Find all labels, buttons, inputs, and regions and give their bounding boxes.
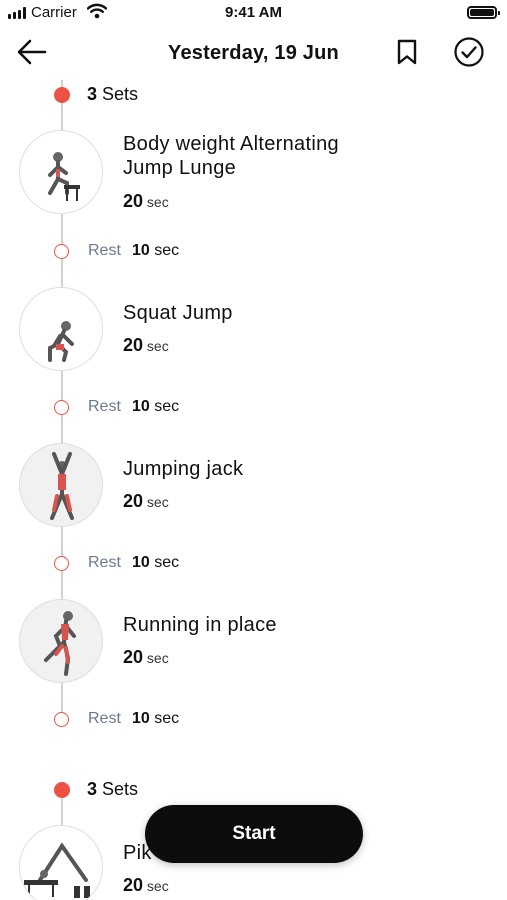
lunge-figure-icon [48, 152, 80, 201]
set-label-text: Sets [102, 84, 139, 104]
exercise-name[interactable]: Body weight Alternating Jump Lunge [123, 132, 423, 180]
status-bar: Carrier 9:41 AM [0, 0, 507, 26]
set-label: 3 Sets [87, 84, 138, 105]
rest-marker [54, 712, 69, 727]
exercise-thumbnail[interactable] [19, 130, 103, 214]
rest-marker [54, 400, 69, 415]
exercise-name[interactable]: Running in place [123, 613, 423, 637]
start-button[interactable]: Start [145, 805, 363, 863]
set-label-text: Sets [102, 779, 139, 799]
squat-figure-icon [48, 321, 74, 362]
set-marker [54, 87, 70, 103]
rest-duration: 10 sec [132, 242, 180, 259]
rest-marker [54, 556, 69, 571]
jumping-jack-figure-icon [50, 452, 74, 520]
set-count: 3 [87, 84, 98, 104]
exercise-duration: 20 sec [123, 875, 169, 895]
exercise-thumbnail[interactable] [19, 287, 103, 371]
rest-label: Rest [88, 398, 121, 415]
rest-label: Rest [88, 242, 121, 259]
running-figure-icon [44, 611, 76, 676]
nav-bar: Yesterday, 19 Jun [0, 30, 507, 76]
set-count: 3 [87, 779, 98, 799]
exercise-name[interactable]: Squat Jump [123, 301, 423, 325]
rest-duration: 10 sec [132, 554, 180, 571]
exercise-thumbnail[interactable] [19, 825, 103, 900]
rest-duration: 10 sec [132, 710, 180, 727]
exercise-duration: 20 sec [123, 191, 169, 211]
check-circle-icon[interactable] [453, 36, 485, 68]
pike-figure-icon [24, 842, 90, 898]
exercise-name[interactable]: Jumping jack [123, 457, 423, 481]
rest-duration: 10 sec [132, 398, 180, 415]
page-title: Yesterday, 19 Jun [168, 42, 339, 64]
rest-marker [54, 244, 69, 259]
battery-icon [467, 6, 500, 19]
bookmark-icon[interactable] [394, 38, 420, 66]
status-time: 9:41 AM [225, 4, 282, 21]
rest-label: Rest [88, 554, 121, 571]
set-label: 3 Sets [87, 779, 138, 800]
exercise-duration: 20 sec [123, 335, 169, 355]
workout-timeline: 3 Sets Body weight Alternating Jump Lunge… [0, 80, 507, 900]
set-marker [54, 782, 70, 798]
exercise-thumbnail[interactable] [19, 599, 103, 683]
exercise-duration: 20 sec [123, 491, 169, 511]
exercise-duration: 20 sec [123, 647, 169, 667]
exercise-thumbnail[interactable] [19, 443, 103, 527]
rest-label: Rest [88, 710, 121, 727]
